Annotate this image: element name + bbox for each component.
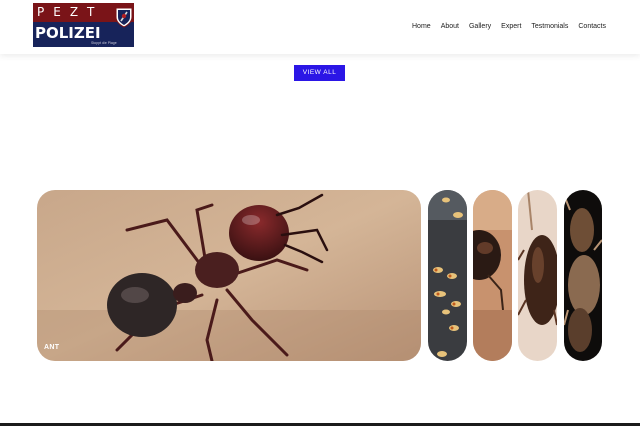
- insect-closeup-photo: [564, 190, 602, 361]
- nav-home[interactable]: Home: [412, 20, 431, 34]
- logo-top-text: PEZT: [37, 5, 104, 19]
- nav-contacts[interactable]: Contacts: [578, 20, 606, 34]
- gallery-card-termites[interactable]: [428, 190, 467, 361]
- gallery-card-cockroach[interactable]: [518, 190, 557, 361]
- nav-testimonials[interactable]: Testmonials: [531, 20, 568, 34]
- site-header: PEZT POLIZEI Stoppt die Plage Home About…: [0, 0, 640, 54]
- site-logo[interactable]: PEZT POLIZEI Stoppt die Plage: [33, 3, 134, 47]
- nav-about[interactable]: About: [441, 20, 459, 34]
- cockroach-photo: [518, 190, 557, 361]
- beetle-photo: [473, 190, 512, 361]
- card-caption: ANT: [44, 344, 60, 351]
- logo-tagline: Stoppt die Plage: [91, 41, 117, 45]
- termites-photo: [428, 190, 467, 361]
- gallery-card-beetle[interactable]: [473, 190, 512, 361]
- gallery-card-insect[interactable]: [564, 190, 602, 361]
- ant-photo: [37, 190, 421, 361]
- view-all-button[interactable]: VIEW ALL: [294, 65, 345, 81]
- shield-icon: [115, 7, 133, 28]
- nav-expert[interactable]: Expert: [501, 20, 521, 34]
- main-nav: Home About Gallery Expert Testmonials Co…: [412, 20, 606, 34]
- nav-gallery[interactable]: Gallery: [469, 20, 491, 34]
- gallery-card-ant[interactable]: ANT: [37, 190, 421, 361]
